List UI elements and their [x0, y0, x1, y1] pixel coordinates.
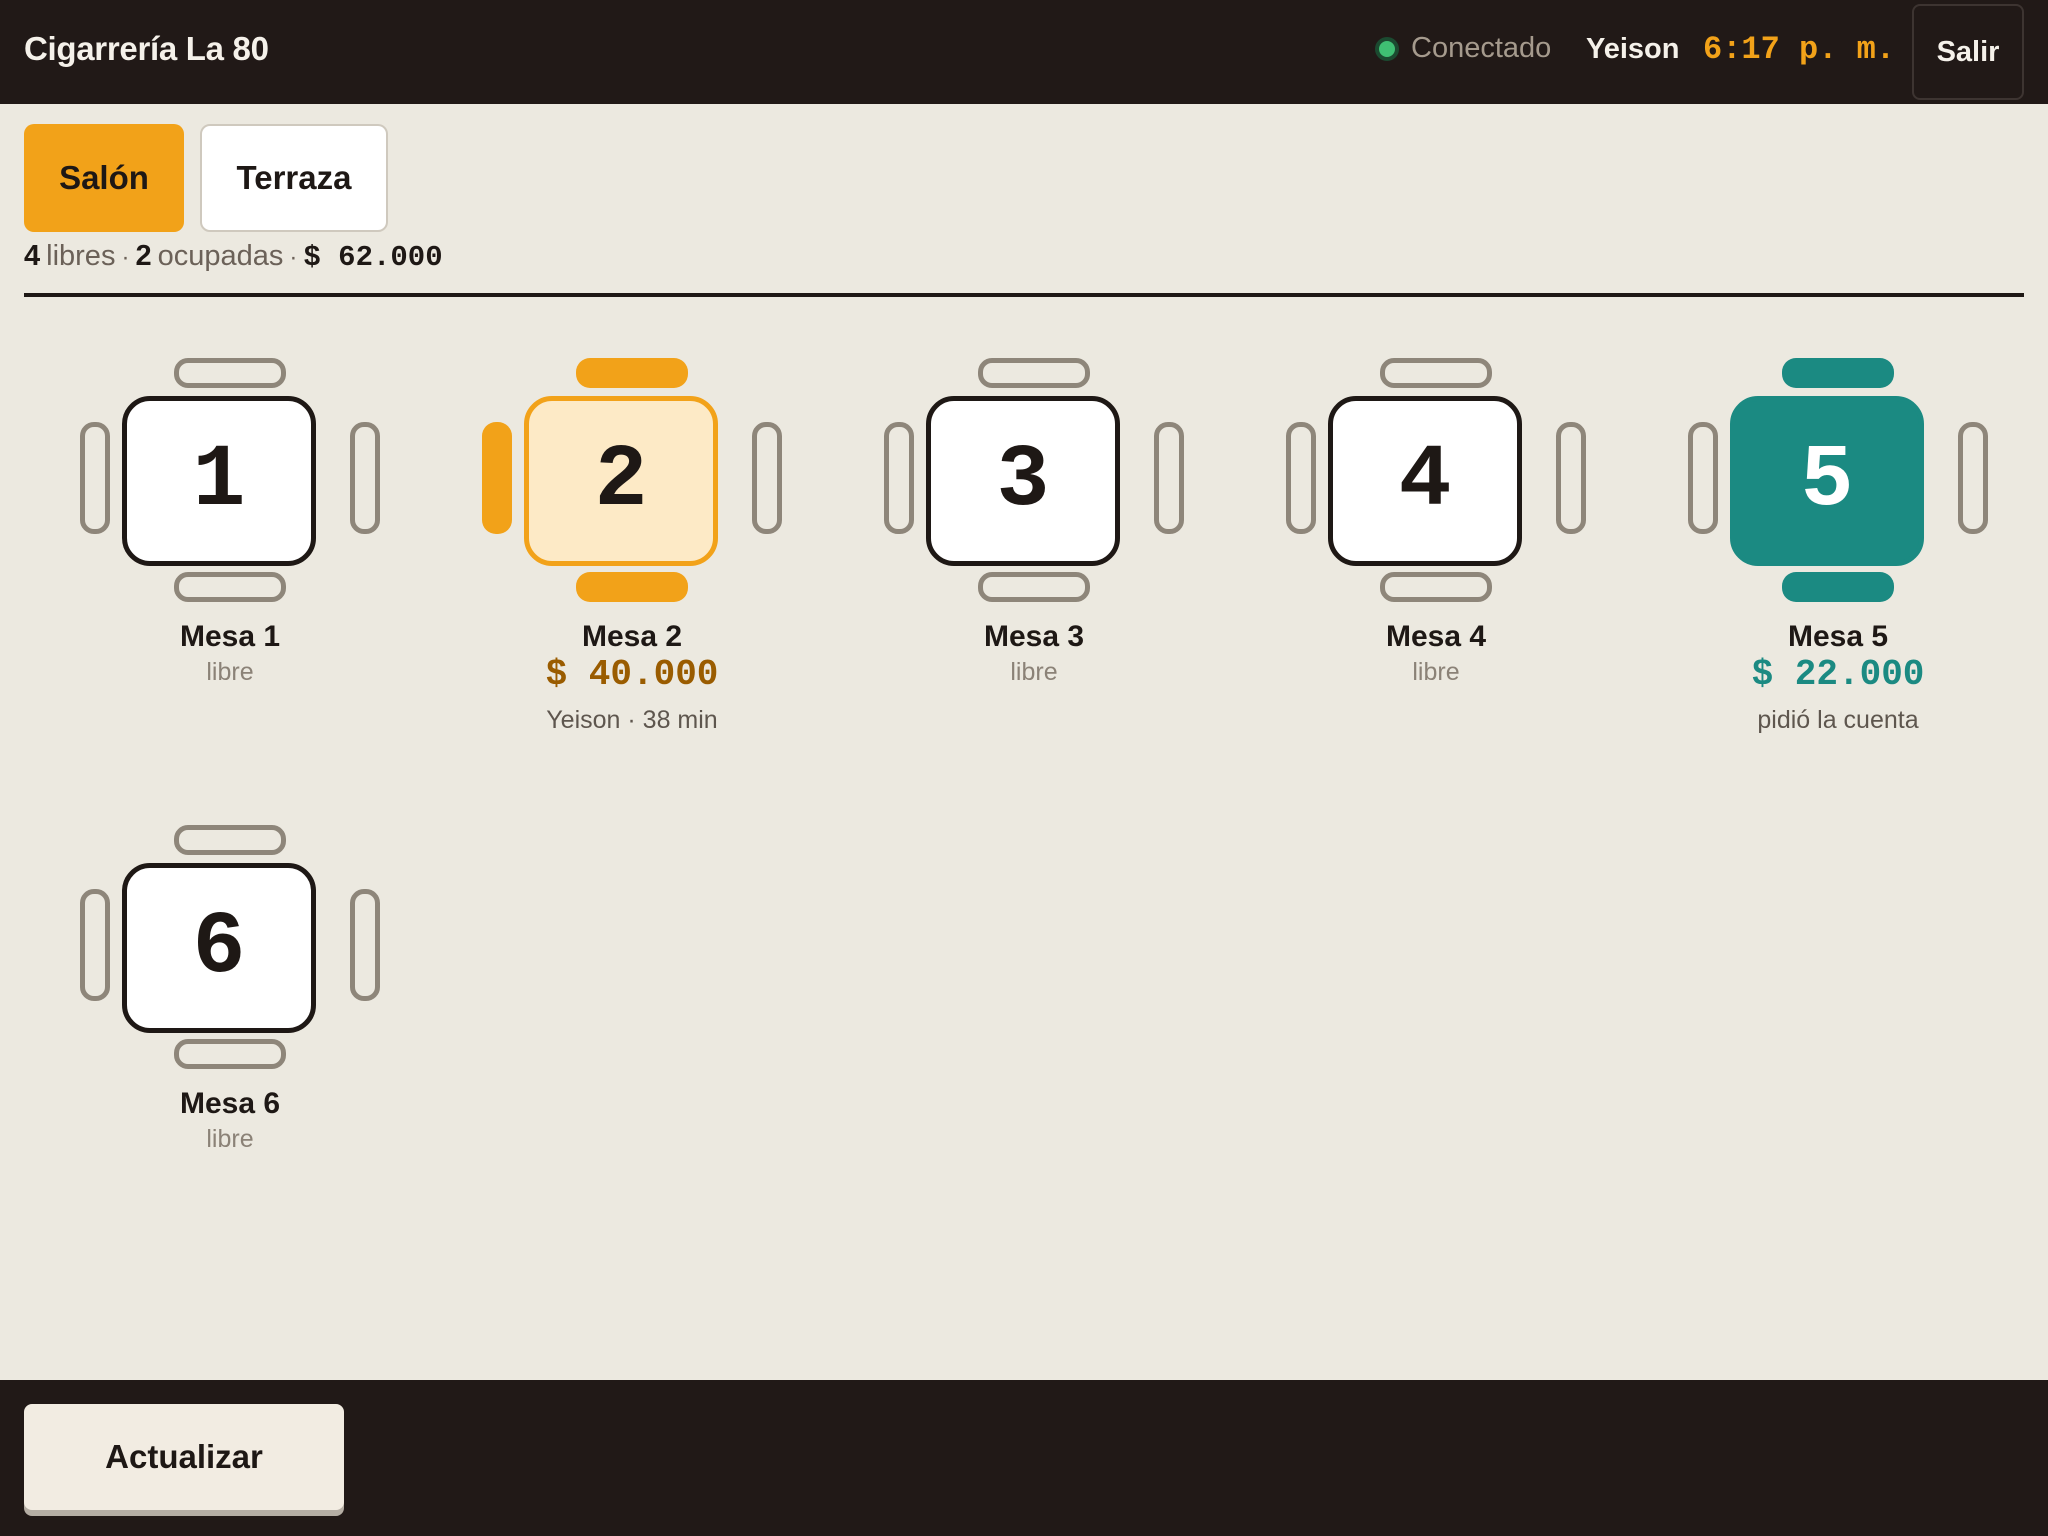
- chair-icon: [1154, 422, 1184, 534]
- chair-icon: [1958, 422, 1988, 534]
- occupied-label: ocupadas: [157, 240, 284, 272]
- free-label: libres: [46, 240, 116, 272]
- tab-terraza[interactable]: Terraza: [200, 124, 388, 232]
- table-number: 5: [1730, 396, 1924, 566]
- chair-icon: [1380, 358, 1492, 388]
- chair-icon: [978, 572, 1090, 602]
- table-number: 1: [122, 396, 316, 566]
- separator: ·: [289, 244, 298, 271]
- chair-icon: [1286, 422, 1316, 534]
- table-detail: Yeison · 38 min: [546, 706, 718, 734]
- bottom-bar: Actualizar: [0, 1380, 2048, 1536]
- table-card-1[interactable]: 1 Mesa 1 libre: [80, 358, 380, 778]
- clock: 6:17 p. m.: [1703, 31, 1896, 68]
- chair-icon: [350, 889, 380, 1001]
- table-card-6[interactable]: 6 Mesa 6 libre: [80, 825, 380, 1245]
- app-title: Cigarrería La 80: [24, 30, 269, 67]
- chair-icon: [174, 358, 286, 388]
- connection-status: Conectado: [1375, 32, 1551, 65]
- chair-icon: [978, 358, 1090, 388]
- table-detail: pidió la cuenta: [1757, 706, 1919, 734]
- free-count: 4: [24, 240, 41, 272]
- occupied-count: 2: [135, 240, 152, 272]
- chair-icon: [80, 422, 110, 534]
- table-status: libre: [1412, 658, 1460, 686]
- table-status: libre: [206, 1125, 254, 1153]
- table-card-2[interactable]: 2 Mesa 2 $ 40.000 Yeison · 38 min: [482, 358, 782, 778]
- chair-icon: [884, 422, 914, 534]
- chair-icon: [576, 572, 688, 602]
- table-amount: $ 22.000: [1751, 654, 1925, 695]
- divider: [24, 293, 2024, 297]
- chair-icon: [1380, 572, 1492, 602]
- table-name: Mesa 1: [179, 620, 281, 653]
- chair-icon: [482, 422, 512, 534]
- table-number: 3: [926, 396, 1120, 566]
- floor-summary: 4 libres · 2 ocupadas · $ 62.000: [24, 240, 443, 274]
- tab-salon[interactable]: Salón: [24, 124, 184, 232]
- table-status: libre: [1010, 658, 1058, 686]
- table-name: Mesa 6: [179, 1087, 281, 1120]
- online-dot-icon: [1375, 36, 1399, 61]
- separator: ·: [121, 244, 130, 271]
- table-name: Mesa 5: [1787, 620, 1889, 653]
- chair-icon: [1556, 422, 1586, 534]
- chair-icon: [80, 889, 110, 1001]
- table-number: 6: [122, 863, 316, 1033]
- current-user: Yeison: [1586, 33, 1680, 65]
- table-number: 4: [1328, 396, 1522, 566]
- chair-icon: [350, 422, 380, 534]
- chair-icon: [1688, 422, 1718, 534]
- table-card-3[interactable]: 3 Mesa 3 libre: [884, 358, 1184, 778]
- table-name: Mesa 4: [1385, 620, 1487, 653]
- chair-icon: [1782, 358, 1894, 388]
- table-amount: $ 40.000: [545, 654, 719, 695]
- table-card-5[interactable]: 5 Mesa 5 $ 22.000 pidió la cuenta: [1688, 358, 1988, 778]
- table-name: Mesa 2: [581, 620, 683, 653]
- chair-icon: [174, 572, 286, 602]
- total-amount: $ 62.000: [303, 241, 443, 274]
- table-number: 2: [524, 396, 718, 566]
- table-status: libre: [206, 658, 254, 686]
- refresh-button[interactable]: Actualizar: [24, 1404, 344, 1510]
- chair-icon: [174, 1039, 286, 1069]
- connection-status-text: Conectado: [1411, 32, 1552, 64]
- chair-icon: [174, 825, 286, 855]
- chair-icon: [752, 422, 782, 534]
- table-name: Mesa 3: [983, 620, 1085, 653]
- table-card-4[interactable]: 4 Mesa 4 libre: [1286, 358, 1586, 778]
- top-bar: Cigarrería La 80 Conectado Yeison 6:17 p…: [0, 0, 2048, 104]
- chair-icon: [576, 358, 688, 388]
- chair-icon: [1782, 572, 1894, 602]
- logout-button[interactable]: Salir: [1912, 4, 2024, 100]
